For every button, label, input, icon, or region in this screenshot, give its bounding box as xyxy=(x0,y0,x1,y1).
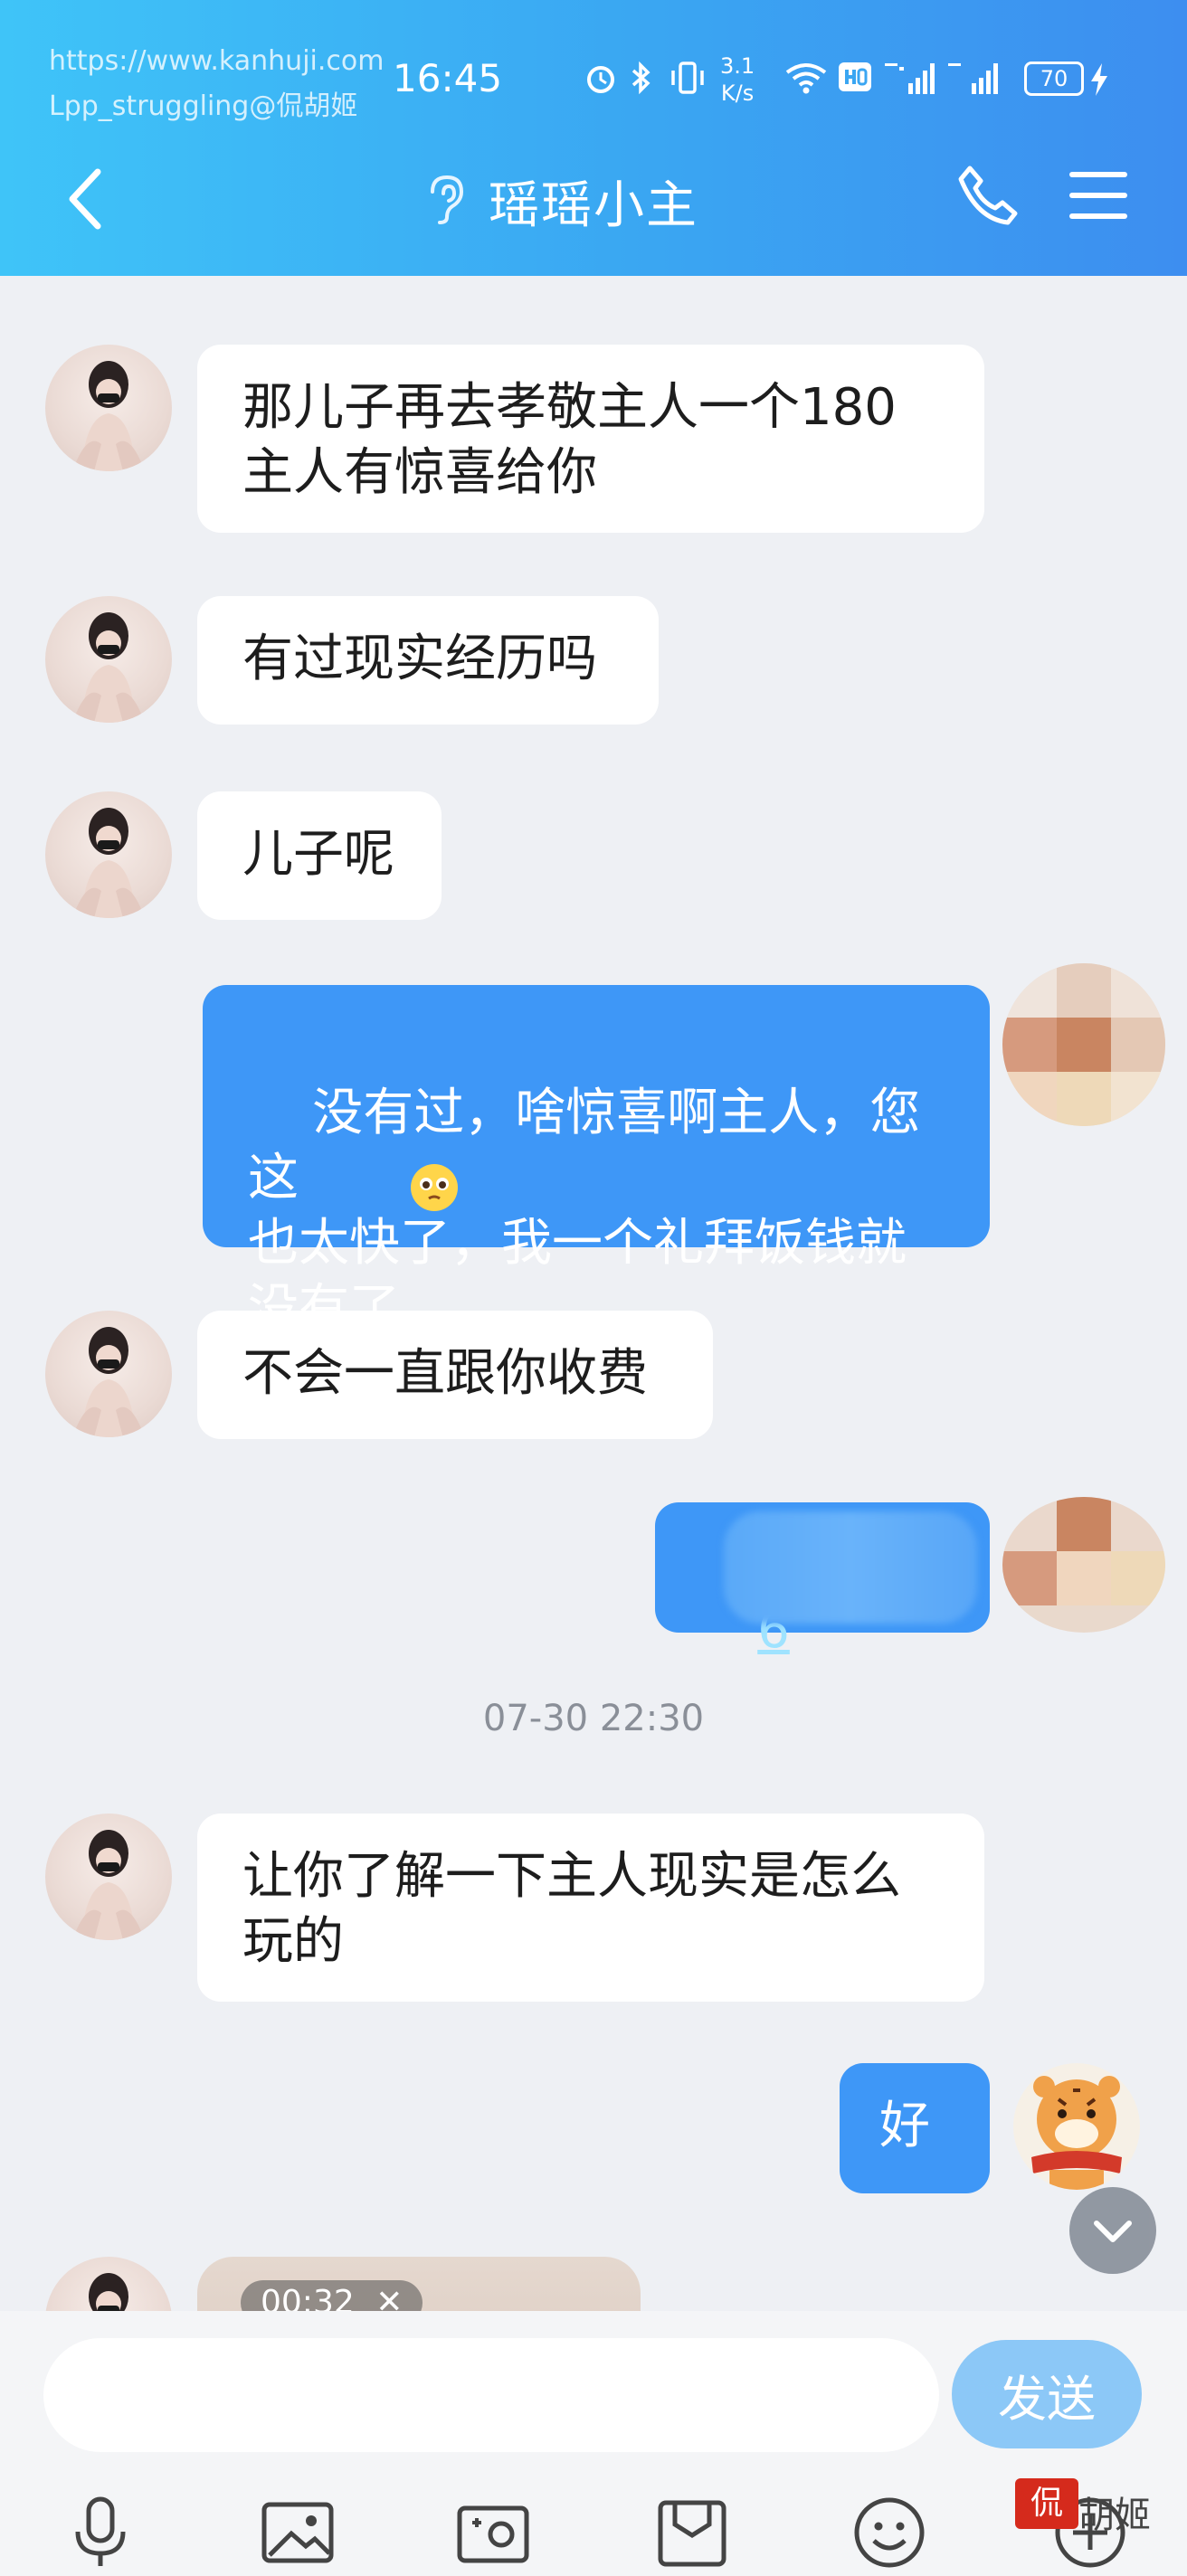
vibrate-icon xyxy=(671,62,704,94)
message-timestamp: 07-30 22:30 xyxy=(482,1698,705,1739)
outgoing-message-bubble[interactable]: 没有过，啥惊喜啊主人，您这 也太快了，我一个礼拜饭钱就 没有了 xyxy=(203,985,990,1338)
mosaic-block xyxy=(1111,1072,1165,1126)
watermark-logo-text: 胡姬 xyxy=(1078,2495,1151,2536)
composer-bar: 发送 xyxy=(0,2311,1187,2576)
contact-avatar-image xyxy=(72,612,145,723)
outgoing-link-bubble[interactable]: 6 xyxy=(655,1502,990,1660)
blurred-link-region xyxy=(724,1511,977,1624)
mosaic-block xyxy=(1002,1018,1057,1072)
watermark-logo-stamp: 侃 xyxy=(1015,2478,1078,2529)
emoji-icon[interactable] xyxy=(849,2492,930,2573)
contact-avatar[interactable] xyxy=(45,596,172,723)
camera-icon[interactable] xyxy=(452,2492,534,2573)
signal-5g-1-icon xyxy=(885,63,935,94)
net-speed: 3.1 K/s xyxy=(720,52,755,107)
menu-icon[interactable] xyxy=(1068,170,1129,221)
mosaic-block xyxy=(1057,1072,1111,1126)
net-speed-value: 3.1 xyxy=(720,53,755,79)
mosaic-block xyxy=(1002,1497,1057,1551)
my-avatar-blurred[interactable] xyxy=(1002,963,1165,1126)
watermark-url: https://www.kanhuji.com xyxy=(49,45,385,77)
top-bar: https://www.kanhuji.com Lpp_struggling@侃… xyxy=(0,0,1187,276)
battery-indicator: 70 xyxy=(1024,62,1084,96)
signal-5g-2-icon xyxy=(948,63,998,94)
alarm-icon xyxy=(587,66,614,93)
outgoing-message-bubble[interactable]: 好 xyxy=(840,2063,990,2193)
message-input[interactable] xyxy=(43,2338,939,2452)
incoming-message-bubble[interactable]: 那儿子再去孝敬主人一个180 主人有惊喜给你 xyxy=(197,345,984,533)
incoming-message-bubble[interactable]: 儿子呢 xyxy=(197,791,442,920)
mosaic-block xyxy=(1057,963,1111,1018)
mosaic-block xyxy=(1111,1018,1165,1072)
my-avatar-blurred[interactable] xyxy=(1002,1497,1165,1633)
microphone-icon[interactable] xyxy=(60,2492,141,2573)
mosaic-block xyxy=(1057,1497,1111,1551)
bluetooth-icon xyxy=(631,61,650,95)
chevron-down-icon xyxy=(1094,2221,1132,2242)
contact-avatar-image xyxy=(72,808,145,918)
mosaic-block xyxy=(1002,1072,1057,1126)
wifi-icon xyxy=(785,63,827,94)
mosaic-block xyxy=(1111,963,1165,1018)
contact-avatar-image xyxy=(72,361,145,471)
charging-icon xyxy=(1091,63,1107,96)
video-duration-badge: 00:32 ✕ xyxy=(241,2280,423,2311)
video-duration: 00:32 xyxy=(261,2284,355,2311)
back-arrow-icon[interactable] xyxy=(63,163,109,235)
contact-avatar[interactable] xyxy=(45,345,172,471)
contact-avatar-image xyxy=(89,2273,128,2311)
mosaic-block xyxy=(1111,1497,1165,1551)
contact-avatar[interactable] xyxy=(45,791,172,918)
mosaic-block xyxy=(1002,1551,1057,1605)
send-button[interactable]: 发送 xyxy=(952,2340,1142,2448)
mosaic-block xyxy=(1111,1551,1165,1605)
mosaic-block xyxy=(1002,963,1057,1018)
image-icon[interactable] xyxy=(257,2492,338,2573)
contact-avatar-image xyxy=(72,1830,145,1940)
scroll-to-bottom-button[interactable] xyxy=(1069,2187,1156,2274)
ear-icon xyxy=(431,175,464,224)
outgoing-message-text: 没有过，啥惊喜啊主人，您这 也太快了，我一个礼拜饭钱就 没有了 xyxy=(248,1084,921,1338)
contact-avatar[interactable] xyxy=(45,1311,172,1437)
contact-avatar[interactable] xyxy=(45,2257,172,2311)
contact-avatar[interactable] xyxy=(45,1814,172,1940)
chat-title: 瑶瑶小主 xyxy=(489,176,698,235)
incoming-message-bubble[interactable]: 有过现实经历吗 xyxy=(197,596,659,724)
folder-icon[interactable] xyxy=(651,2492,733,2573)
hd-icon xyxy=(839,62,871,91)
mosaic-block xyxy=(1057,1551,1111,1605)
video-message-thumbnail[interactable]: 00:32 ✕ xyxy=(197,2257,641,2311)
status-icons: 3.1 K/s 70 xyxy=(583,53,1125,107)
incoming-message-bubble[interactable]: 让你了解一下主人现实是怎么 玩的 xyxy=(197,1814,984,2002)
status-time: 16:45 xyxy=(393,56,503,100)
phone-call-icon[interactable] xyxy=(955,163,1021,228)
tiger-avatar[interactable] xyxy=(1013,2063,1140,2190)
mosaic-block xyxy=(1057,1018,1111,1072)
muted-icon: ✕ xyxy=(375,2284,404,2311)
watermark-user: Lpp_struggling@侃胡姬 xyxy=(49,90,358,122)
tiger-cartoon-icon xyxy=(1031,2076,1122,2190)
contact-avatar-image xyxy=(72,1327,145,1437)
net-speed-unit: K/s xyxy=(720,80,755,106)
incoming-message-bubble[interactable]: 不会一直跟你收费 xyxy=(197,1311,713,1439)
chat-message-list[interactable]: 那儿子再去孝敬主人一个180 主人有惊喜给你 有过现实经历吗 儿子呢 没有过，啥… xyxy=(0,276,1187,2311)
pleading-face-emoji-icon xyxy=(411,1164,458,1211)
